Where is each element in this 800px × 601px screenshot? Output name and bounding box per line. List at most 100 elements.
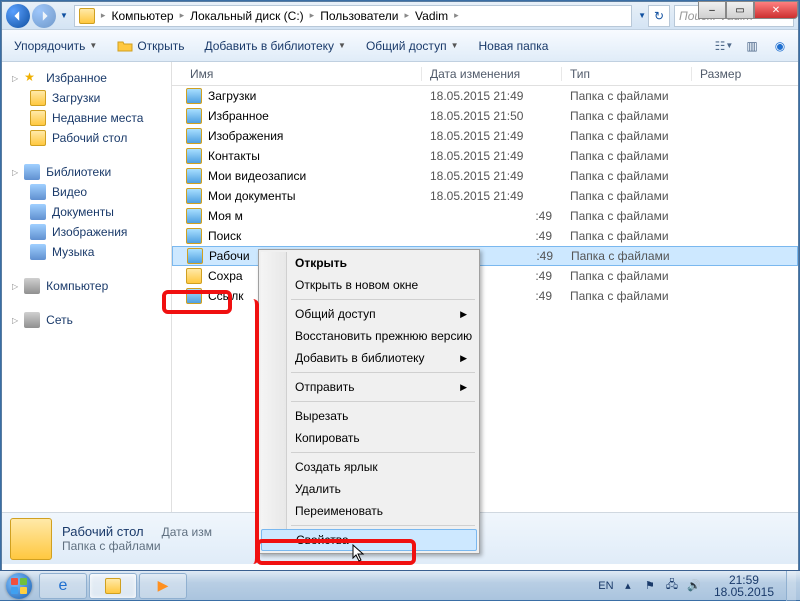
nav-network-header[interactable]: ▷Сеть xyxy=(2,310,171,330)
volume-icon[interactable]: 🔊 xyxy=(686,578,702,594)
folder-icon xyxy=(30,130,46,146)
file-row[interactable]: Поиск:49Папка с файлами xyxy=(172,226,798,246)
file-name: Мои видеозаписи xyxy=(208,169,306,183)
start-button[interactable] xyxy=(0,571,38,601)
separator xyxy=(291,525,475,526)
chevron-right-icon[interactable]: ▸ xyxy=(308,10,317,21)
language-indicator[interactable]: EN xyxy=(598,578,614,594)
ctx-copy[interactable]: Копировать xyxy=(261,427,477,449)
breadcrumb-computer[interactable]: Компьютер xyxy=(107,9,177,23)
address-dropdown[interactable]: ▼ xyxy=(636,11,648,20)
nav-pics[interactable]: Изображения xyxy=(2,222,171,242)
col-size-header[interactable]: Размер xyxy=(692,67,798,81)
nav-docs[interactable]: Документы xyxy=(2,202,171,222)
chevron-right-icon[interactable]: ▸ xyxy=(99,10,108,21)
refresh-button[interactable]: ↻ xyxy=(648,5,670,27)
col-name-header[interactable]: Имя xyxy=(172,67,422,81)
details-subtitle: Папка с файлами xyxy=(62,539,212,553)
ctx-open[interactable]: Открыть xyxy=(261,252,477,274)
ctx-rename[interactable]: Переименовать xyxy=(261,500,477,522)
nav-item-label: Видео xyxy=(52,185,87,199)
nav-libraries-header[interactable]: ▷Библиотеки xyxy=(2,162,171,182)
breadcrumb-users[interactable]: Пользователи xyxy=(316,9,402,23)
ctx-addlib[interactable]: Добавить в библиотеку▶ xyxy=(261,347,477,369)
nav-downloads[interactable]: Загрузки xyxy=(2,88,171,108)
col-date-header[interactable]: Дата изменения xyxy=(422,67,562,81)
address-bar[interactable]: ▸ Компьютер ▸ Локальный диск (C:) ▸ Поль… xyxy=(74,5,632,27)
file-date: 18.05.2015 21:49 xyxy=(422,189,562,203)
new-folder-button[interactable]: Новая папка xyxy=(474,37,552,55)
music-icon xyxy=(30,244,46,260)
nav-computer-header[interactable]: ▷Компьютер xyxy=(2,276,171,296)
picture-icon xyxy=(30,224,46,240)
video-icon xyxy=(30,184,46,200)
toolbar: Упорядочить▼ Открыть Добавить в библиоте… xyxy=(2,30,798,62)
chevron-right-icon[interactable]: ▸ xyxy=(178,10,187,21)
nav-favorites-header[interactable]: ▷★Избранное xyxy=(2,68,171,88)
organize-label: Упорядочить xyxy=(14,39,85,53)
document-icon xyxy=(30,204,46,220)
nav-desktop[interactable]: Рабочий стол xyxy=(2,128,171,148)
ctx-restore[interactable]: Восстановить прежнюю версию xyxy=(261,325,477,347)
ctx-label: Добавить в библиотеку xyxy=(295,351,425,365)
nav-music[interactable]: Музыка xyxy=(2,242,171,262)
nav-forward-button[interactable] xyxy=(32,4,56,28)
ctx-cut[interactable]: Вырезать xyxy=(261,405,477,427)
file-row[interactable]: Мои документы18.05.2015 21:49Папка с фай… xyxy=(172,186,798,206)
chevron-right-icon[interactable]: ▸ xyxy=(403,10,412,21)
file-type: Папка с файлами xyxy=(562,189,692,203)
network-icon xyxy=(24,312,40,328)
chevron-right-icon[interactable]: ▸ xyxy=(452,10,461,21)
share-button[interactable]: Общий доступ▼ xyxy=(362,37,463,55)
help-button[interactable]: ◉ xyxy=(770,38,790,54)
taskbar-ie[interactable]: e xyxy=(39,573,87,599)
organize-button[interactable]: Упорядочить▼ xyxy=(10,37,101,55)
preview-pane-button[interactable]: ▥ xyxy=(742,38,762,54)
file-name: Ссылк xyxy=(208,289,244,303)
add-library-button[interactable]: Добавить в библиотеку▼ xyxy=(200,37,349,55)
file-type: Папка с файлами xyxy=(563,249,693,263)
clock[interactable]: 21:59 18.05.2015 xyxy=(708,574,780,598)
ctx-share[interactable]: Общий доступ▶ xyxy=(261,303,477,325)
flag-icon[interactable]: ⚑ xyxy=(642,578,658,594)
ctx-send[interactable]: Отправить▶ xyxy=(261,376,477,398)
ctx-shortcut[interactable]: Создать ярлык xyxy=(261,456,477,478)
nav-back-button[interactable] xyxy=(6,4,30,28)
ctx-properties[interactable]: Свойства xyxy=(261,529,477,551)
show-hidden-icon[interactable]: ▴ xyxy=(620,578,636,594)
show-desktop-button[interactable] xyxy=(786,571,796,601)
ctx-open-new[interactable]: Открыть в новом окне xyxy=(261,274,477,296)
nav-item-label: Недавние места xyxy=(52,111,143,125)
file-name: Изображения xyxy=(208,129,283,143)
file-row[interactable]: Загрузки18.05.2015 21:49Папка с файлами xyxy=(172,86,798,106)
nav-computer-label: Компьютер xyxy=(46,279,108,293)
file-name: Поиск xyxy=(208,229,241,243)
breadcrumb-disk[interactable]: Локальный диск (C:) xyxy=(186,9,308,23)
network-icon[interactable]: 🖧 xyxy=(664,578,680,594)
close-button[interactable]: ✕ xyxy=(754,1,798,19)
file-type: Папка с файлами xyxy=(562,229,692,243)
file-type: Папка с файлами xyxy=(562,89,692,103)
file-row[interactable]: Контакты18.05.2015 21:49Папка с файлами xyxy=(172,146,798,166)
col-type-header[interactable]: Тип xyxy=(562,67,692,81)
file-row[interactable]: Мои видеозаписи 18.05.2015 21:49Папка с ф… xyxy=(172,166,798,186)
file-date: 18.05.2015 21:49 xyxy=(422,169,562,183)
file-row[interactable]: Моя м:49Папка с файлами xyxy=(172,206,798,226)
taskbar-media[interactable]: ▶ xyxy=(139,573,187,599)
minimize-button[interactable]: – xyxy=(698,1,726,19)
chevron-right-icon: ▶ xyxy=(460,309,467,320)
maximize-button[interactable]: ▭ xyxy=(726,1,754,19)
taskbar-explorer[interactable] xyxy=(89,573,137,599)
file-type: Папка с файлами xyxy=(562,269,692,283)
nav-pane: ▷★Избранное Загрузки Недавние места Рабо… xyxy=(2,62,172,512)
nav-history-dropdown[interactable]: ▼ xyxy=(58,11,70,20)
file-row[interactable]: Избранное18.05.2015 21:50Папка с файлами xyxy=(172,106,798,126)
ctx-delete[interactable]: Удалить xyxy=(261,478,477,500)
open-button[interactable]: Открыть xyxy=(113,36,188,56)
nav-recent[interactable]: Недавние места xyxy=(2,108,171,128)
file-type: Папка с файлами xyxy=(562,169,692,183)
nav-video[interactable]: Видео xyxy=(2,182,171,202)
view-options-button[interactable]: ☷ ▼ xyxy=(714,38,734,54)
breadcrumb-user[interactable]: Vadim xyxy=(411,9,452,23)
file-row[interactable]: Изображения18.05.2015 21:49Папка с файла… xyxy=(172,126,798,146)
